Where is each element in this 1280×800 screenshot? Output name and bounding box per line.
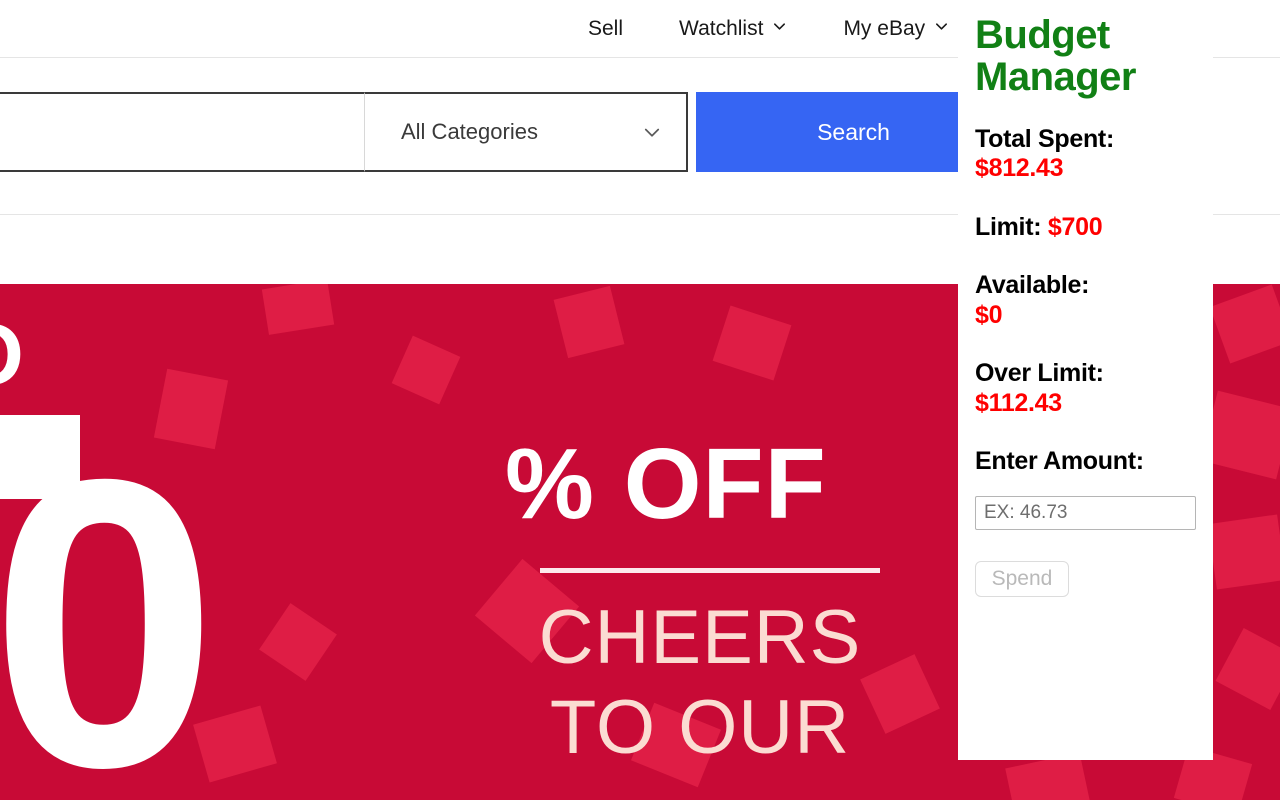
stat-available-value: $0 xyxy=(975,300,1003,329)
enter-amount-label: Enter Amount: xyxy=(975,447,1144,476)
stat-limit: Limit: $700 xyxy=(975,213,1196,243)
confetti-shape xyxy=(553,285,625,359)
budget-manager-panel: Budget Manager Total Spent: $812.43 Limi… xyxy=(958,0,1213,760)
hero-text-block: % OFF CHEERS TO OUR xyxy=(505,434,905,772)
confetti-shape xyxy=(712,305,792,381)
category-select[interactable]: All Categories xyxy=(364,92,688,172)
stat-over-limit: Over Limit: $112.43 xyxy=(975,359,1196,418)
nav-item-my-ebay[interactable]: My eBay xyxy=(815,18,977,39)
amount-input[interactable] xyxy=(975,496,1196,531)
nav-item-watchlist[interactable]: Watchlist xyxy=(651,18,815,39)
search-bar: All Categories Search xyxy=(0,92,1011,174)
stat-limit-label: Limit: xyxy=(975,212,1042,241)
budget-manager-title: Budget Manager xyxy=(975,13,1137,100)
chevron-down-icon xyxy=(642,122,662,142)
stat-over-limit-label: Over Limit: xyxy=(975,359,1104,388)
confetti-shape xyxy=(1207,514,1280,590)
spend-button[interactable]: Spend xyxy=(975,561,1069,598)
hero-tagline-line1: CHEERS xyxy=(538,595,862,680)
hero-big-number: 50 xyxy=(0,394,218,800)
stat-total-spent-value: $812.43 xyxy=(975,154,1064,183)
hero-percent-off: % OFF xyxy=(505,428,827,540)
hero-tagline-line2: TO OUR xyxy=(549,684,851,770)
nav-item-my-ebay-label: My eBay xyxy=(843,17,926,40)
nav-item-sell[interactable]: Sell xyxy=(560,18,651,39)
confetti-shape xyxy=(1215,627,1280,711)
nav-item-watchlist-label: Watchlist xyxy=(679,17,764,40)
stat-over-limit-value: $112.43 xyxy=(975,388,1062,417)
chevron-down-icon xyxy=(934,19,949,34)
stat-available-label: Available: xyxy=(975,271,1090,300)
search-input[interactable] xyxy=(0,92,364,172)
hero-left-graphics: TO 50 xyxy=(0,284,424,800)
stat-total-spent-label: Total Spent: xyxy=(975,124,1114,153)
hero-eyebrow: TO xyxy=(0,312,26,398)
stat-total-spent: Total Spent: $812.43 xyxy=(975,125,1196,184)
nav-item-sell-label: Sell xyxy=(588,17,624,40)
category-select-label: All Categories xyxy=(401,119,538,144)
hero-divider xyxy=(540,568,880,573)
stat-available: Available: $0 xyxy=(975,271,1196,330)
confetti-shape xyxy=(1209,284,1280,364)
chevron-down-icon xyxy=(772,19,787,34)
page-root: Sell Watchlist My eBay All Categories Se… xyxy=(0,0,1280,800)
top-navigation-items: Sell Watchlist My eBay xyxy=(0,0,977,57)
stat-limit-value: $700 xyxy=(1047,212,1103,241)
